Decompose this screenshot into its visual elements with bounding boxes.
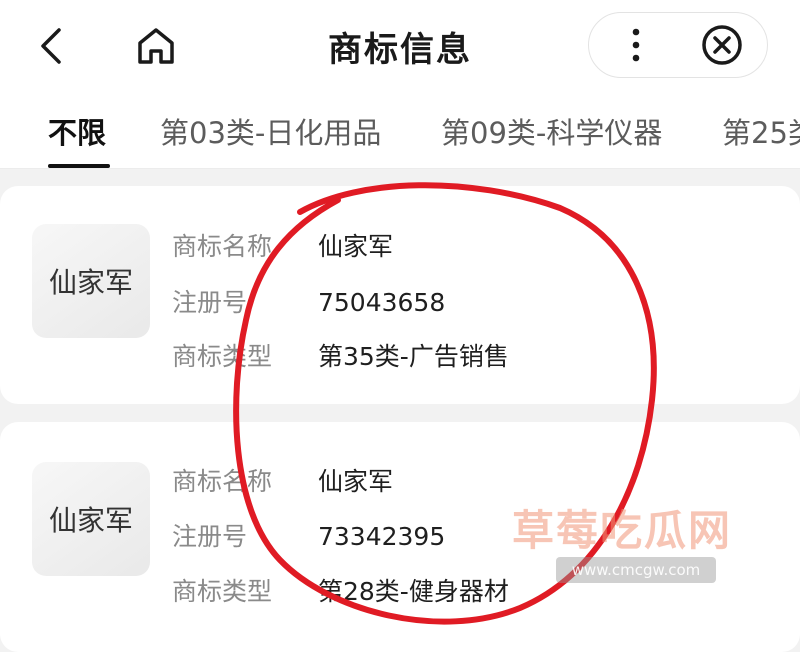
trademark-logo: 仙家军 bbox=[32, 462, 150, 576]
trademark-name-row: 商标名称 仙家军 bbox=[172, 227, 393, 263]
tab-class-09[interactable]: 第09类-科学仪器 bbox=[441, 110, 662, 152]
registration-number-row: 注册号 73342395 bbox=[172, 517, 445, 553]
trademark-type-label: 商标类型 bbox=[172, 342, 273, 371]
trademark-name-label: 商标名称 bbox=[172, 232, 273, 261]
close-button[interactable] bbox=[698, 22, 746, 68]
more-button[interactable] bbox=[616, 22, 656, 68]
trademark-logo: 仙家军 bbox=[32, 224, 150, 338]
trademark-type-value: 第28类-健身器材 bbox=[318, 577, 509, 606]
active-tab-indicator bbox=[48, 164, 110, 168]
trademark-name-label: 商标名称 bbox=[172, 467, 273, 496]
tab-class-25[interactable]: 第25类 bbox=[722, 110, 800, 152]
top-bar: 商标信息 bbox=[0, 0, 800, 92]
watermark-url: www.cmcgw.com bbox=[556, 557, 716, 583]
registration-number-value: 75043658 bbox=[318, 288, 446, 317]
trademark-card[interactable]: 仙家军 商标名称 仙家军 注册号 75043658 商标类型 第35类-广告销售 bbox=[0, 186, 800, 404]
vertical-dots-icon bbox=[632, 28, 640, 62]
trademark-name-row: 商标名称 仙家军 bbox=[172, 462, 393, 498]
trademark-type-value: 第35类-广告销售 bbox=[318, 342, 509, 371]
trademark-type-label: 商标类型 bbox=[172, 577, 273, 606]
trademark-type-row: 商标类型 第28类-健身器材 bbox=[172, 572, 509, 608]
trademark-name-value: 仙家军 bbox=[318, 232, 394, 261]
category-tabs: 不限 第03类-日化用品 第09类-科学仪器 第25类 bbox=[0, 92, 800, 169]
trademark-type-row: 商标类型 第35类-广告销售 bbox=[172, 337, 509, 373]
watermark-text: 草莓吃瓜网 bbox=[512, 506, 733, 555]
tab-all[interactable]: 不限 bbox=[48, 110, 106, 152]
close-icon bbox=[702, 25, 742, 65]
registration-number-label: 注册号 bbox=[172, 522, 248, 551]
registration-number-label: 注册号 bbox=[172, 288, 248, 317]
registration-number-row: 注册号 75043658 bbox=[172, 283, 445, 319]
registration-number-value: 73342395 bbox=[318, 522, 446, 551]
tab-class-03[interactable]: 第03类-日化用品 bbox=[160, 110, 381, 152]
trademark-name-value: 仙家军 bbox=[318, 467, 394, 496]
